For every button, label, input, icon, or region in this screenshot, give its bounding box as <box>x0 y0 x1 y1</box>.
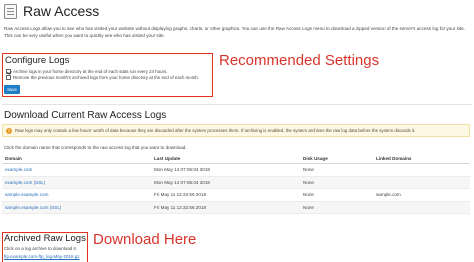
archive-logs-option[interactable]: Archive logs in your home directory at t… <box>6 69 168 74</box>
column-header-domain[interactable]: Domain <box>2 153 151 164</box>
last-update-cell: Fri May 11 12:32:56 2018 <box>151 188 300 202</box>
domain-cell[interactable]: example.com <box>2 163 151 177</box>
configure-logs-panel: Configure Logs Archive logs in your home… <box>2 53 213 97</box>
download-here-annotation: Download Here <box>93 231 197 248</box>
configure-logs-heading: Configure Logs <box>5 55 70 66</box>
domain-cell[interactable]: sample.example.com <box>2 188 151 202</box>
last-update-cell: Fri May 11 12:32:56 2018 <box>151 201 300 215</box>
table-row: sample.example.com Fri May 11 12:32:56 2… <box>2 188 470 202</box>
domain-link[interactable]: example.com (SSL) <box>5 180 45 185</box>
remove-logs-label: Remove the previous month's archived log… <box>13 75 200 80</box>
download-instruction: Click the domain name that corresponds t… <box>4 145 187 150</box>
last-update-cell: Mon May 14 07:06:04 2018 <box>151 176 300 190</box>
intro-text: Raw Access Logs allow you to see who has… <box>4 26 466 38</box>
document-icon <box>4 3 17 19</box>
disk-usage-cell: None <box>300 188 373 202</box>
save-button[interactable]: Save <box>4 85 20 94</box>
domain-link[interactable]: example.com <box>5 167 32 172</box>
archive-logs-checkbox[interactable] <box>6 69 11 74</box>
warning-icon: ! <box>6 127 12 134</box>
domain-link[interactable]: sample.example.com (SSL) <box>5 205 61 210</box>
page-title: Raw Access <box>23 3 100 19</box>
column-header-last-update[interactable]: Last Update <box>151 153 300 164</box>
page-header: Raw Access <box>4 2 99 20</box>
archive-file-link[interactable]: ftp.example.com-ftp_log-May-2018.gz <box>4 254 80 259</box>
disk-usage-cell: None <box>300 201 373 215</box>
archived-logs-instruction: Click on a log archive to download it. <box>4 246 78 251</box>
raw-logs-table: Domain Last Update Disk Usage Linked Dom… <box>2 153 470 215</box>
domain-cell[interactable]: example.com (SSL) <box>2 176 151 190</box>
domain-link[interactable]: sample.example.com <box>5 192 48 197</box>
linked-domains-cell <box>373 163 470 177</box>
domain-cell[interactable]: sample.example.com (SSL) <box>2 201 151 215</box>
download-logs-heading: Download Current Raw Access Logs <box>4 110 167 121</box>
remove-logs-checkbox[interactable] <box>6 75 11 80</box>
archived-logs-panel: Archived Raw Logs Click on a log archive… <box>2 232 88 262</box>
archive-logs-label: Archive logs in your home directory at t… <box>13 69 168 74</box>
column-header-disk-usage[interactable]: Disk Usage <box>300 153 373 164</box>
table-row: example.com Mon May 14 07:06:04 2018 Non… <box>2 163 470 177</box>
table-row: example.com (SSL) Mon May 14 07:06:04 20… <box>2 176 470 190</box>
column-header-linked-domains[interactable]: Linked Domains <box>373 153 470 164</box>
section-divider <box>2 104 472 105</box>
disk-usage-cell: None <box>300 163 373 177</box>
linked-domains-cell <box>373 176 470 190</box>
recommended-settings-annotation: Recommended Settings <box>219 52 380 69</box>
warning-text: Raw logs may only contain a few hours' w… <box>15 128 416 133</box>
archived-logs-heading: Archived Raw Logs <box>4 233 86 244</box>
linked-domains-cell: sample.com <box>373 188 470 202</box>
table-row: sample.example.com (SSL) Fri May 11 12:3… <box>2 201 470 215</box>
table-header-row: Domain Last Update Disk Usage Linked Dom… <box>2 153 470 164</box>
linked-domains-cell <box>373 201 470 215</box>
last-update-cell: Mon May 14 07:06:04 2018 <box>151 163 300 177</box>
remove-logs-option[interactable]: Remove the previous month's archived log… <box>6 75 199 80</box>
disk-usage-cell: None <box>300 176 373 190</box>
warning-alert: ! Raw logs may only contain a few hours'… <box>2 124 470 137</box>
